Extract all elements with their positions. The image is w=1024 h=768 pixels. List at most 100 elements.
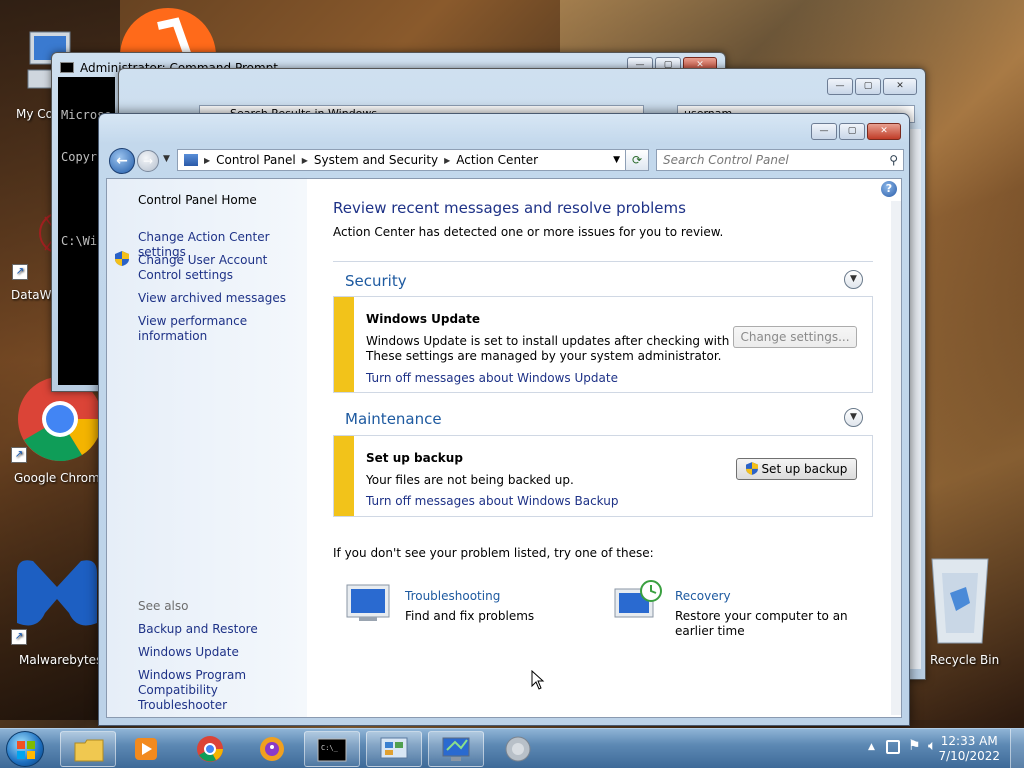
taskbar-explorer[interactable]: [60, 731, 116, 767]
explorer-title-buttons: — ▢ ✕: [827, 78, 917, 95]
show-desktop-button[interactable]: [1010, 729, 1024, 768]
explorer-scrollbar[interactable]: [909, 129, 921, 669]
breadcrumb-action-center[interactable]: Action Center: [456, 153, 538, 167]
taskbar-control-panel[interactable]: [366, 731, 422, 767]
breadcrumb-separator-icon[interactable]: ▶: [302, 156, 308, 165]
chevron-down-icon[interactable]: ▼: [844, 408, 863, 427]
set-up-backup-button[interactable]: Set up backup: [736, 458, 857, 480]
taskbar-command-prompt[interactable]: C:\_: [304, 731, 360, 767]
message-text: Your files are not being backed up.: [366, 473, 574, 487]
uac-shield-icon: [745, 462, 758, 475]
search-input[interactable]: Search Control Panel ⚲: [656, 149, 904, 171]
key-icon: [260, 737, 284, 761]
refresh-button[interactable]: ⟳: [625, 149, 649, 171]
speaker-icon: [505, 736, 531, 762]
footer-hint: If you don't see your problem listed, tr…: [333, 546, 654, 560]
system-tray: ▲ ⚑ 🔈︎ 12:33 AM 7/10/2022: [834, 729, 1024, 768]
turn-off-windows-backup-messages-link[interactable]: Turn off messages about Windows Backup: [366, 494, 618, 508]
set-up-backup-message: Set up backup Your files are not being b…: [333, 435, 873, 517]
breadcrumb-control-panel[interactable]: Control Panel: [216, 153, 296, 167]
back-button[interactable]: ←: [109, 148, 135, 174]
navigation-bar: ← → ▼ ▶ Control Panel ▶ System and Secur…: [107, 148, 904, 174]
chevron-down-icon[interactable]: ▼: [844, 270, 863, 289]
search-icon[interactable]: ⚲: [889, 153, 898, 167]
start-button[interactable]: [6, 731, 44, 767]
recent-pages-dropdown[interactable]: ▼: [163, 154, 170, 164]
action-center-flag-icon: [184, 154, 198, 166]
windows-update-message: Windows Update Windows Update is set to …: [333, 296, 873, 393]
network-icon[interactable]: [886, 740, 900, 754]
page-subtitle: Action Center has detected one or more i…: [333, 225, 724, 239]
recovery-description: earlier time: [675, 624, 745, 638]
desktop-icon-label: Google Chrome: [14, 471, 108, 485]
taskbar-sound-app[interactable]: [490, 731, 546, 767]
help-icon[interactable]: ?: [881, 181, 897, 197]
page-title: Review recent messages and resolve probl…: [333, 199, 686, 217]
close-button[interactable]: ✕: [867, 123, 901, 140]
volume-icon[interactable]: 🔈︎: [928, 738, 936, 754]
address-dropdown-icon[interactable]: ▼: [613, 155, 620, 165]
shortcut-arrow-icon: ↗: [11, 629, 27, 645]
message-title: Set up backup: [366, 451, 463, 465]
taskbar: C:\_ ▲ ⚑ 🔈︎ 12:33 AM 7/10/2022: [0, 728, 1024, 768]
action-center-window[interactable]: — ▢ ✕ ← → ▼ ▶ Control Panel ▶ System and…: [98, 113, 910, 726]
maximize-button[interactable]: ▢: [839, 123, 865, 140]
change-settings-button[interactable]: Change settings...: [733, 326, 857, 348]
action-center-flag-icon[interactable]: ⚑: [908, 738, 921, 754]
shortcut-arrow-icon: ↗: [11, 447, 27, 463]
content-scrollbar[interactable]: [891, 201, 901, 715]
control-panel-icon: [380, 737, 408, 759]
breadcrumb-separator-icon[interactable]: ▶: [204, 156, 210, 165]
recovery-icon: [614, 580, 662, 618]
window-title-buttons: — ▢ ✕: [811, 123, 901, 140]
minimize-button[interactable]: —: [811, 123, 837, 140]
malwarebytes-icon: [17, 560, 97, 626]
program-compatibility-troubleshooter-link[interactable]: Windows Program Compatibility Troublesho…: [138, 668, 303, 713]
forward-button[interactable]: →: [137, 150, 159, 172]
message-text: Windows Update is set to install updates…: [366, 334, 759, 348]
close-button[interactable]: ✕: [883, 78, 917, 95]
desktop-icon-label: My Co: [16, 107, 53, 121]
system-clock[interactable]: 12:33 AM 7/10/2022: [938, 734, 1000, 764]
recycle-bin-icon: [931, 558, 989, 644]
troubleshooting-link[interactable]: Troubleshooting: [405, 589, 500, 603]
control-panel-home-link[interactable]: Control Panel Home: [138, 193, 257, 208]
troubleshooting-icon: [346, 584, 390, 621]
taskbar-chrome[interactable]: [182, 731, 238, 767]
mouse-cursor-icon: [531, 670, 545, 690]
taskbar-action-center[interactable]: [428, 731, 484, 767]
show-hidden-icons-icon[interactable]: ▲: [868, 742, 875, 752]
desktop-icon-label: Recycle Bin: [930, 653, 1000, 667]
change-uac-settings-link[interactable]: Change User Account Control settings: [138, 253, 303, 283]
taskbar-key-app[interactable]: [244, 731, 300, 767]
breadcrumb-separator-icon[interactable]: ▶: [444, 156, 450, 165]
recovery-link[interactable]: Recovery: [675, 589, 731, 603]
warning-bar: [334, 436, 354, 516]
breadcrumb-system-and-security[interactable]: System and Security: [314, 153, 438, 167]
maximize-button[interactable]: ▢: [855, 78, 881, 95]
troubleshooting-description: Find and fix problems: [405, 609, 535, 623]
turn-off-windows-update-messages-link[interactable]: Turn off messages about Windows Update: [366, 371, 618, 385]
security-section-header[interactable]: Security ▼: [333, 261, 873, 295]
clock-time: 12:33 AM: [940, 734, 998, 748]
folder-icon: [74, 739, 104, 762]
cmd-title-icon: [60, 62, 74, 73]
clock-date: 7/10/2022: [938, 749, 1000, 763]
windows-update-link[interactable]: Windows Update: [138, 645, 239, 660]
shortcut-arrow-icon: ↗: [12, 264, 28, 280]
address-bar[interactable]: ▶ Control Panel ▶ System and Security ▶ …: [177, 149, 627, 171]
media-player-icon: [135, 738, 157, 760]
uac-shield-icon: [115, 251, 129, 266]
search-placeholder: Search Control Panel: [663, 153, 789, 167]
backup-and-restore-link[interactable]: Backup and Restore: [138, 622, 258, 637]
view-archived-messages-link[interactable]: View archived messages: [138, 291, 286, 306]
taskbar-media-player[interactable]: [118, 731, 174, 767]
desktop-icon-malwarebytes[interactable]: ↗ Malwarebytes: [2, 553, 102, 667]
chrome-icon: [197, 736, 223, 762]
desktop-icon-label: Malwarebytes: [19, 653, 103, 667]
maintenance-section-header[interactable]: Maintenance ▼: [333, 400, 873, 434]
minimize-button[interactable]: —: [827, 78, 853, 95]
view-performance-information-link[interactable]: View performance information: [138, 314, 307, 344]
recovery-description: Restore your computer to an: [675, 609, 848, 623]
maintenance-section-title: Maintenance: [345, 410, 442, 428]
